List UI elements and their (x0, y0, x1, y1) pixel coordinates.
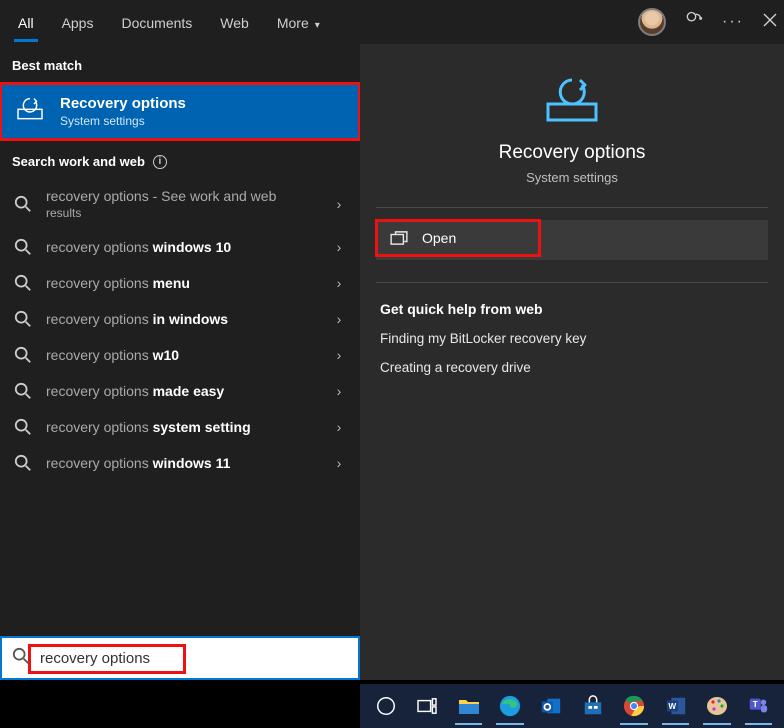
taskbar-app-chrome[interactable] (614, 686, 653, 726)
user-avatar[interactable] (638, 8, 666, 36)
search-icon (14, 346, 32, 364)
chevron-right-icon[interactable]: › (326, 383, 352, 399)
quick-help-heading: Get quick help from web (380, 301, 764, 317)
chevron-right-icon[interactable]: › (326, 275, 352, 291)
chevron-right-icon[interactable]: › (326, 196, 352, 212)
tab-more[interactable]: More▾ (263, 3, 334, 42)
suggestion-text: recovery options windows 10 (46, 239, 326, 255)
svg-text:W: W (668, 702, 676, 711)
suggestion-item[interactable]: recovery options system setting› (0, 409, 360, 445)
search-box[interactable] (0, 636, 360, 680)
search-icon (14, 310, 32, 328)
recovery-icon (14, 96, 46, 128)
taskbar-cortana-icon[interactable] (366, 686, 405, 726)
suggestion-text: recovery options windows 11 (46, 455, 326, 471)
taskbar-app-store[interactable] (573, 686, 612, 726)
open-action[interactable]: Open (376, 220, 540, 256)
suggestion-item[interactable]: recovery options menu› (0, 265, 360, 301)
search-icon (12, 647, 30, 670)
search-icon (14, 195, 32, 213)
separator (376, 207, 768, 208)
search-filter-tabs: All Apps Documents Web More▾ ··· (0, 0, 784, 44)
chevron-right-icon[interactable]: › (326, 239, 352, 255)
suggestion-item[interactable]: recovery options made easy› (0, 373, 360, 409)
quick-help-section: Get quick help from web Finding my BitLo… (360, 283, 784, 375)
chevron-right-icon[interactable]: › (326, 455, 352, 471)
taskbar-app-word[interactable]: W (656, 686, 695, 726)
results-list: Best match Recovery options System setti… (0, 44, 360, 680)
tab-web[interactable]: Web (206, 3, 263, 42)
suggestion-item[interactable]: recovery options windows 10› (0, 229, 360, 265)
suggestion-text: recovery options menu (46, 275, 326, 291)
svg-text:T: T (753, 700, 758, 709)
recovery-icon (540, 76, 604, 124)
suggestion-item[interactable]: recovery options w10› (0, 337, 360, 373)
search-icon (14, 418, 32, 436)
suggestion-text: recovery options - See work and webresul… (46, 188, 326, 220)
search-icon (14, 274, 32, 292)
help-link-recovery-drive[interactable]: Creating a recovery drive (380, 360, 764, 375)
open-icon (390, 231, 408, 245)
suggestion-item[interactable]: recovery options in windows› (0, 301, 360, 337)
suggestion-item[interactable]: recovery options windows 11› (0, 445, 360, 481)
tab-apps[interactable]: Apps (48, 3, 108, 42)
taskbar-taskview-icon[interactable] (407, 686, 446, 726)
close-icon[interactable] (762, 12, 778, 33)
taskbar-app-explorer[interactable] (449, 686, 488, 726)
chevron-right-icon[interactable]: › (326, 311, 352, 327)
suggestion-text: recovery options w10 (46, 347, 326, 363)
tab-documents[interactable]: Documents (107, 3, 206, 42)
search-icon (14, 238, 32, 256)
suggestion-text: recovery options made easy (46, 383, 326, 399)
suggestion-text: recovery options system setting (46, 419, 326, 435)
help-link-bitlocker[interactable]: Finding my BitLocker recovery key (380, 331, 764, 346)
windows-search-panel: All Apps Documents Web More▾ ··· Best ma… (0, 0, 784, 680)
best-match-result[interactable]: Recovery options System settings (0, 83, 360, 140)
chevron-right-icon[interactable]: › (326, 419, 352, 435)
taskbar: W T (360, 684, 784, 728)
taskbar-app-edge[interactable] (490, 686, 529, 726)
search-icon (14, 454, 32, 472)
rewards-icon[interactable] (684, 10, 704, 35)
best-match-title: Recovery options (60, 95, 186, 112)
info-icon[interactable]: i (153, 155, 167, 169)
action-bar: Open (376, 220, 768, 260)
taskbar-app-outlook[interactable] (532, 686, 571, 726)
tab-all[interactable]: All (4, 3, 48, 42)
search-icon (14, 382, 32, 400)
preview-title: Recovery options (499, 142, 646, 164)
taskbar-app-paint[interactable] (697, 686, 736, 726)
search-input[interactable] (40, 650, 348, 667)
best-match-header: Best match (0, 44, 360, 83)
search-web-header: Search work and web i (0, 140, 360, 179)
taskbar-app-teams[interactable]: T (739, 686, 778, 726)
best-match-subtitle: System settings (60, 114, 186, 128)
options-icon[interactable]: ··· (722, 13, 744, 31)
open-label: Open (422, 230, 456, 246)
suggestion-text: recovery options in windows (46, 311, 326, 327)
chevron-right-icon[interactable]: › (326, 347, 352, 363)
suggestion-item[interactable]: recovery options - See work and webresul… (0, 179, 360, 229)
preview-pane: Recovery options System settings Open (360, 44, 784, 680)
preview-subtitle: System settings (526, 170, 618, 185)
chevron-down-icon: ▾ (315, 20, 320, 31)
